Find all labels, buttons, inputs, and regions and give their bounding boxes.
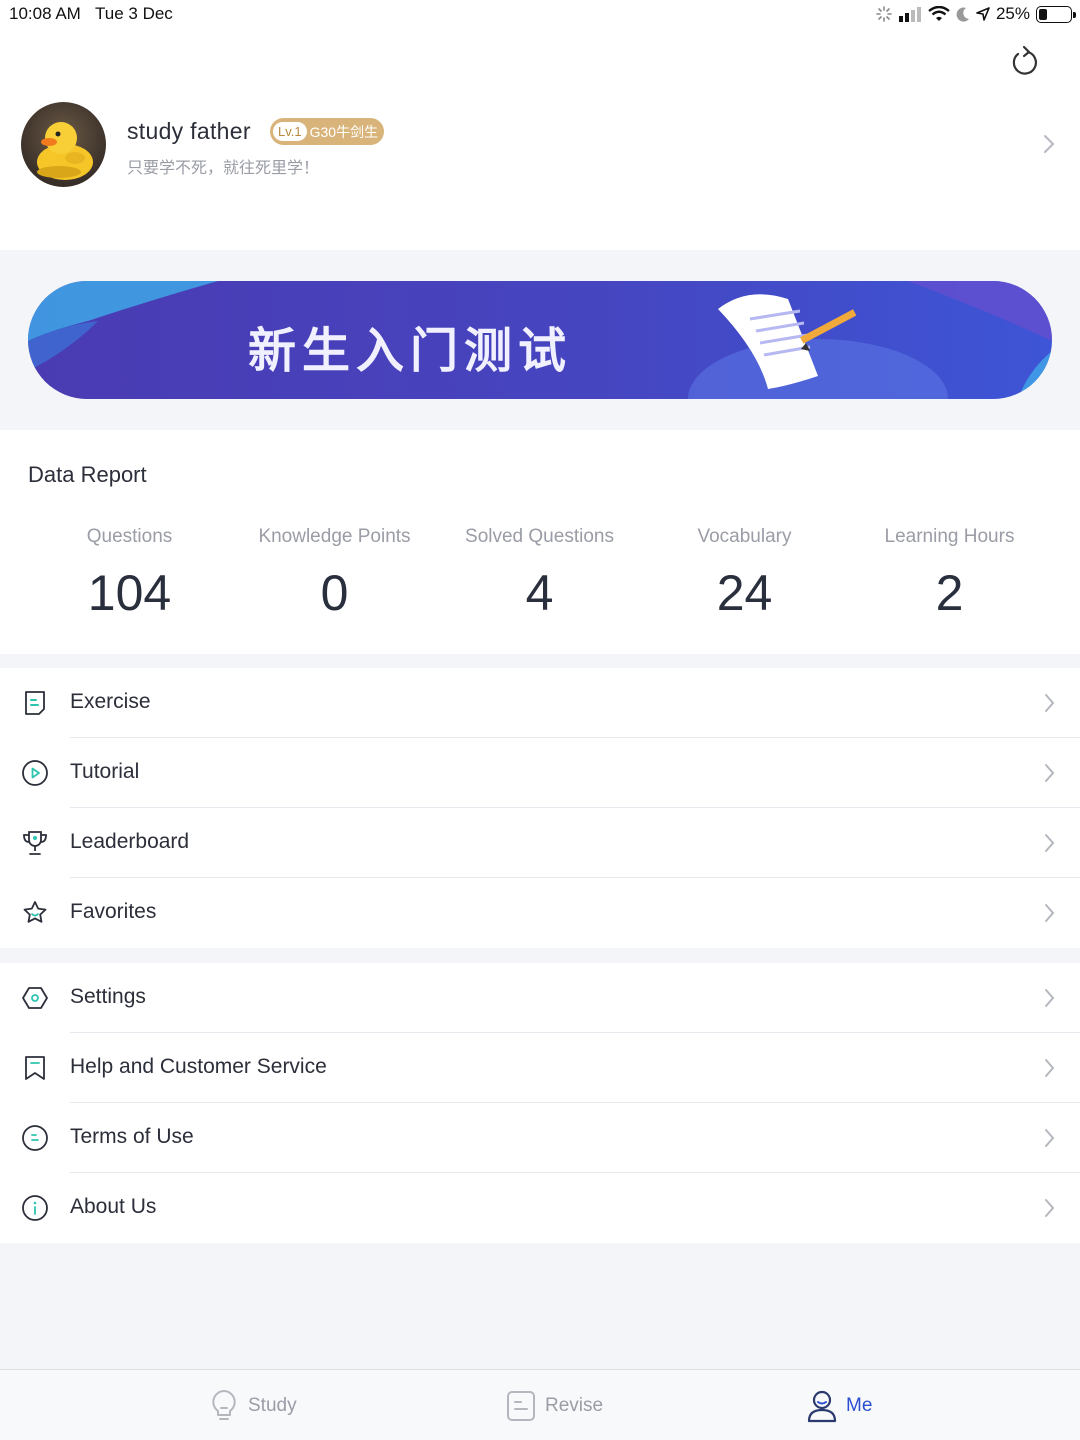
star-icon	[23, 901, 47, 923]
play-circle-icon	[22, 760, 48, 786]
exercise-icon	[25, 691, 45, 715]
user-name: study father	[127, 118, 251, 144]
promo-banner[interactable]: 新生入门测试	[28, 281, 1052, 399]
stat-solved-questions[interactable]: Solved Questions 4	[437, 526, 642, 622]
tab-label: Study	[248, 1394, 297, 1416]
user-icon	[807, 1390, 837, 1422]
chevron-right-icon	[1045, 764, 1055, 782]
status-bar: 10:08 AM Tue 3 Dec 25%	[0, 0, 1080, 30]
stat-knowledge-points[interactable]: Knowledge Points 0	[232, 526, 437, 622]
chevron-right-icon	[1045, 1129, 1055, 1147]
document-circle-icon	[22, 1125, 48, 1151]
menu-group-primary: Exercise Tutorial Leaderboard Favorites	[0, 668, 1080, 948]
user-motto: 只要学不死，就往死里学！	[127, 160, 320, 177]
stat-label: Vocabulary	[697, 526, 792, 547]
moon-icon	[956, 7, 969, 22]
signal-icon	[898, 7, 921, 22]
tab-label: Me	[846, 1394, 873, 1416]
lightbulb-icon	[212, 1389, 236, 1420]
menu-label: Favorites	[70, 900, 157, 923]
wifi-icon	[928, 6, 950, 21]
menu-item-about[interactable]: About Us	[0, 1173, 1080, 1243]
menu-item-favorites[interactable]: Favorites	[0, 878, 1080, 948]
menu-item-exercise[interactable]: Exercise	[0, 668, 1080, 738]
menu-label: Help and Customer Service	[70, 1055, 327, 1078]
bookmark-icon	[25, 1056, 45, 1080]
stat-label: Questions	[86, 526, 173, 547]
info-icon	[22, 1195, 48, 1221]
battery-icon	[1036, 5, 1076, 23]
menu-item-tutorial[interactable]: Tutorial	[0, 738, 1080, 808]
menu-label: Tutorial	[70, 760, 140, 783]
profile-card[interactable]: study father Lv.1 G30牛剑生 只要学不死，就往死里学！	[0, 102, 1080, 190]
menu-item-terms[interactable]: Terms of Use	[0, 1103, 1080, 1173]
stat-value: 24	[716, 565, 773, 621]
status-indicators: 25%	[876, 4, 1076, 24]
stat-value: 4	[525, 565, 554, 621]
settings-icon	[22, 987, 48, 1009]
chevron-right-icon	[1045, 904, 1055, 922]
duck-avatar-icon	[37, 122, 93, 180]
loading-icon	[876, 6, 892, 22]
tab-bar: Study Revise Me	[0, 1369, 1080, 1440]
stat-value: 104	[87, 565, 172, 621]
stat-learning-hours[interactable]: Learning Hours 2	[847, 526, 1052, 622]
menu-label: Leaderboard	[70, 830, 190, 853]
status-time: 10:08 AM Tue 3 Dec	[9, 4, 173, 23]
stat-label: Solved Questions	[465, 526, 614, 547]
menu-label: Exercise	[70, 690, 151, 713]
menu-item-settings[interactable]: Settings	[0, 963, 1080, 1033]
avatar[interactable]	[21, 102, 106, 187]
stat-value: 2	[935, 565, 964, 621]
level-label: Lv.1	[273, 122, 307, 141]
banner-title: 新生入门测试	[248, 323, 573, 379]
menu-item-leaderboard[interactable]: Leaderboard	[0, 808, 1080, 878]
tab-me[interactable]: Me	[806, 1370, 872, 1440]
level-badge: Lv.1 G30牛剑生	[270, 118, 385, 145]
chevron-right-icon	[1045, 989, 1055, 1007]
menu-label: Settings	[70, 985, 146, 1008]
chevron-right-icon	[1045, 694, 1055, 712]
data-report: Data Report Questions 104 Knowledge Poin…	[0, 430, 1080, 654]
section-title: Data Report	[28, 462, 147, 487]
chevron-right-icon	[1045, 1199, 1055, 1217]
menu-label: About Us	[70, 1195, 157, 1218]
trophy-icon	[23, 831, 47, 855]
stat-label: Knowledge Points	[258, 526, 411, 547]
chevron-right-icon	[1045, 1059, 1055, 1077]
location-icon	[976, 7, 990, 21]
menu-item-help[interactable]: Help and Customer Service	[0, 1033, 1080, 1103]
tab-label: Revise	[545, 1394, 604, 1416]
chevron-right-icon	[1045, 834, 1055, 852]
stat-vocabulary[interactable]: Vocabulary 24	[642, 526, 847, 622]
menu-label: Terms of Use	[70, 1125, 194, 1148]
rank-label: G30牛剑生	[309, 123, 379, 140]
notes-icon	[507, 1390, 535, 1421]
menu-group-secondary: Settings Help and Customer Service Terms…	[0, 963, 1080, 1243]
stat-value: 0	[320, 565, 349, 621]
stat-label: Learning Hours	[884, 526, 1015, 547]
tab-study[interactable]: Study	[208, 1370, 297, 1440]
refresh-icon[interactable]	[1008, 44, 1040, 80]
chevron-right-icon	[1044, 135, 1055, 153]
stat-questions[interactable]: Questions 104	[27, 526, 232, 622]
battery-percent: 25%	[995, 4, 1030, 23]
tab-revise[interactable]: Revise	[505, 1370, 603, 1440]
